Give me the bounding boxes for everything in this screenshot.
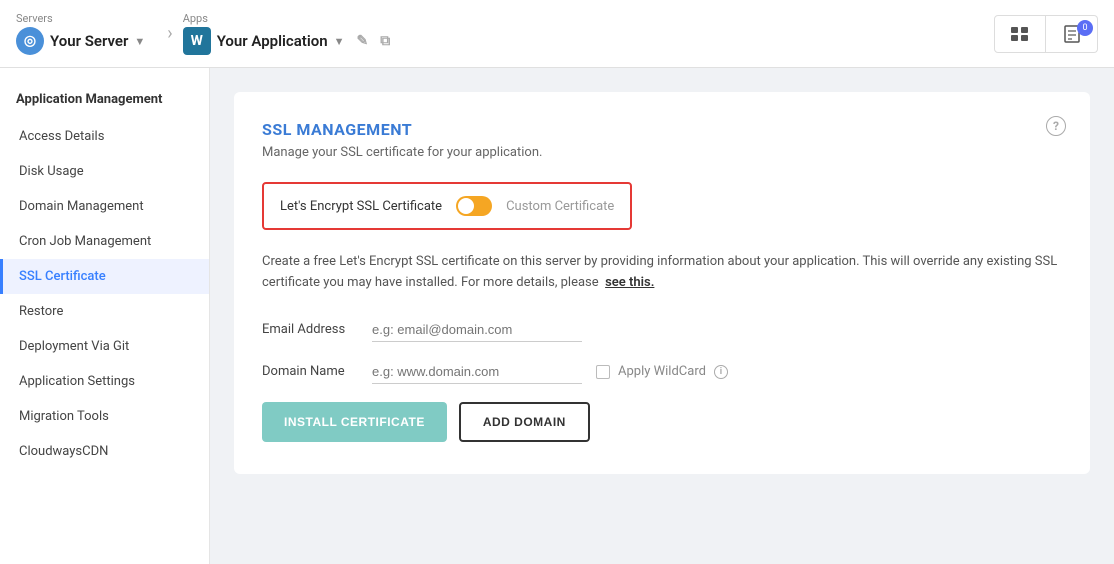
domain-label: Domain Name (262, 364, 372, 379)
apps-section: Apps W Your Application ▼ ✎ ⧉ (183, 12, 391, 55)
toggle-thumb (458, 198, 474, 214)
email-form-row: Email Address (262, 318, 1062, 342)
sidebar-item-application-settings[interactable]: Application Settings (0, 364, 209, 399)
app-icon: W (183, 27, 211, 55)
wildcard-info-icon[interactable]: i (714, 365, 728, 379)
domain-form-row: Domain Name Apply WildCard i (262, 360, 1062, 384)
server-chevron-icon: ▼ (134, 35, 145, 48)
external-link-icon[interactable]: ⧉ (380, 33, 390, 49)
lets-encrypt-label: Let's Encrypt SSL Certificate (280, 199, 442, 214)
domain-input[interactable] (372, 360, 582, 384)
wildcard-checkbox[interactable] (596, 365, 610, 379)
email-label: Email Address (262, 322, 372, 337)
wildcard-label: Apply WildCard (618, 364, 706, 379)
servers-view-button[interactable] (994, 15, 1046, 53)
sidebar-item-cron-job-management[interactable]: Cron Job Management (0, 224, 209, 259)
content-area: SSL MANAGEMENT Manage your SSL certifica… (210, 68, 1114, 564)
app-chevron-icon: ▼ (334, 35, 345, 48)
help-icon[interactable]: ? (1046, 116, 1066, 136)
files-badge: 0 (1077, 20, 1093, 36)
files-button[interactable]: 0 (1046, 15, 1098, 53)
ssl-toggle-row: Let's Encrypt SSL Certificate Custom Cer… (262, 182, 632, 230)
sidebar-item-access-details[interactable]: Access Details (0, 119, 209, 154)
server-selector[interactable]: ◎ Your Server ▼ (16, 27, 145, 55)
add-domain-button[interactable]: ADD DOMAIN (459, 402, 590, 442)
edit-icon[interactable]: ✎ (357, 33, 369, 49)
breadcrumb-arrow: › (167, 23, 172, 44)
action-buttons: INSTALL CERTIFICATE ADD DOMAIN (262, 402, 1062, 442)
sidebar-item-deployment-via-git[interactable]: Deployment Via Git (0, 329, 209, 364)
sidebar-item-domain-management[interactable]: Domain Management (0, 189, 209, 224)
sidebar-item-cloudways-cdn[interactable]: CloudwaysCDN (0, 434, 209, 469)
ssl-management-card: SSL MANAGEMENT Manage your SSL certifica… (234, 92, 1090, 474)
sidebar: Application Management Access Details Di… (0, 68, 210, 564)
server-icon: ◎ (16, 27, 44, 55)
app-selector[interactable]: W Your Application ▼ ✎ ⧉ (183, 27, 391, 55)
see-this-link[interactable]: see this. (605, 275, 654, 290)
content-subtitle: Manage your SSL certificate for your app… (262, 145, 1062, 160)
email-input[interactable] (372, 318, 582, 342)
apps-label: Apps (183, 12, 391, 25)
nav-icons-right: 0 (994, 15, 1098, 53)
sidebar-item-disk-usage[interactable]: Disk Usage (0, 154, 209, 189)
servers-label: Servers (16, 12, 145, 25)
sidebar-item-migration-tools[interactable]: Migration Tools (0, 399, 209, 434)
servers-section: Servers ◎ Your Server ▼ (16, 12, 145, 55)
top-nav: Servers ◎ Your Server ▼ › Apps W Your Ap… (0, 0, 1114, 68)
custom-certificate-label: Custom Certificate (506, 199, 614, 214)
toggle-track (456, 196, 492, 216)
server-name: Your Server (50, 32, 128, 50)
install-certificate-button[interactable]: INSTALL CERTIFICATE (262, 402, 447, 442)
main-layout: Application Management Access Details Di… (0, 68, 1114, 564)
content-title: SSL MANAGEMENT (262, 120, 1062, 139)
ssl-toggle-switch[interactable] (456, 196, 492, 216)
sidebar-section-title: Application Management (0, 84, 209, 119)
app-name: Your Application (217, 32, 328, 50)
sidebar-item-restore[interactable]: Restore (0, 294, 209, 329)
description-text: Create a free Let's Encrypt SSL certific… (262, 252, 1062, 294)
wildcard-row: Apply WildCard i (596, 364, 728, 379)
sidebar-item-ssl-certificate[interactable]: SSL Certificate (0, 259, 209, 294)
servers-grid-icon (1011, 27, 1029, 41)
